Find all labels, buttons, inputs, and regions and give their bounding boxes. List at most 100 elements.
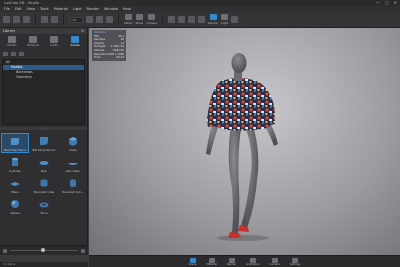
figure-shadow [217,235,269,241]
status-bar: 11 items [0,262,88,267]
asset-backdrop-round[interactable]: Backdrop Round [30,133,58,153]
rounded-cube-icon [40,179,48,187]
disc-icon [39,161,49,165]
bottom-camera-button[interactable]: Camera [269,257,280,266]
tool-select[interactable]: Select [124,14,133,25]
tree-item-geometry[interactable]: Geometry [3,75,84,80]
library-tabs: Models Materials Lights Scenes [0,34,87,50]
refresh-icon[interactable] [19,51,24,56]
backdrop-round-icon [40,137,48,145]
move-icon [135,14,143,20]
list-view-icon[interactable] [3,248,7,253]
cursor-icon [124,14,132,20]
bottom-render-button[interactable]: Render [227,257,237,266]
slider-knob[interactable] [40,248,45,252]
asset-label: Backdrop Plane [4,148,26,152]
bottom-animation-button[interactable]: Animation [246,257,260,266]
tool-label: Render [208,21,219,25]
cylinder-icon [12,157,18,166]
library-subtoolbar [0,50,87,57]
backdrop-plane-icon [11,138,19,145]
asset-rounded-cylinder[interactable]: Rounded Cyli... [59,175,87,195]
asset-label: Cylinder [9,169,21,173]
asset-label: Backdrop Round [32,148,56,152]
camera-icon [148,14,156,20]
tab-scenes[interactable]: Scenes [65,36,85,48]
fit-view-icon[interactable] [86,16,93,23]
app-window: LuxCreo 3D - Studio — ▢ ✕ File Edit View… [0,0,400,267]
bottom-settings-button[interactable]: Settings [289,257,301,266]
rotate-icon[interactable] [168,16,176,23]
open-file-icon[interactable] [13,16,20,23]
tool-label: Select [124,21,133,25]
pan-icon[interactable] [188,16,196,23]
asset-cylinder[interactable]: Cylinder [1,154,29,174]
bottom-label: Render [227,262,237,266]
tool-move[interactable]: Move [135,14,144,25]
panel-close-icon[interactable]: ✕ [81,28,84,34]
back-icon[interactable] [3,51,8,56]
scale-icon[interactable] [178,16,186,23]
asset-backdrop-plane[interactable]: Backdrop Plane [1,133,29,153]
tab-label: Models [7,44,17,47]
bottom-label: Material [206,262,218,266]
thumbnail-size-slider[interactable] [10,248,78,252]
bottom-label: Camera [269,262,280,266]
asset-label: Disc [41,169,47,173]
asset-label: Torus [40,211,48,215]
bottom-label: Scene [188,262,197,266]
save-icon[interactable] [23,16,30,23]
asset-cube[interactable]: Cube [59,133,87,153]
grid-view-icon[interactable] [81,248,85,253]
tab-label: Materials [27,44,39,47]
asset-torus[interactable]: Torus [30,196,58,216]
toolbar-divider [63,14,64,25]
cube-icon [69,137,77,146]
lights-icon [50,36,58,43]
redo-icon[interactable] [51,16,58,23]
camera-icon[interactable] [106,16,113,23]
rounded-cylinder-icon [70,179,76,187]
render-icon [209,14,217,20]
tool-label: Move [135,21,144,25]
library-title: Library [3,29,16,33]
model-figure[interactable] [89,28,400,255]
asset-sphere[interactable]: Sphere [1,196,29,216]
grid-icon[interactable] [96,16,103,23]
tool-camera[interactable]: Camera [146,14,157,25]
toolbar-divider [35,14,36,25]
asset-plane[interactable]: Plane [1,175,29,195]
library-footer [0,245,88,255]
asset-label: Disc Open [65,169,81,173]
bottom-toolbar: Scene Material Render Animation Camera S… [89,255,400,267]
disc-open-icon [68,163,78,165]
bottom-label: Settings [289,262,301,266]
undo-icon[interactable] [41,16,48,23]
bottom-material-button[interactable]: Material [206,257,218,266]
tab-materials[interactable]: Materials [23,36,43,48]
library-panel: Library ✕ Models Materials Lights Scenes [0,28,88,255]
settings-icon[interactable] [231,16,239,23]
asset-disc[interactable]: Disc [30,154,58,174]
bottom-scene-button[interactable]: Scene [188,257,197,266]
forward-icon[interactable] [11,51,16,56]
asset-disc-open[interactable]: Disc Open [59,154,87,174]
window-title: LuxCreo 3D - Studio [4,1,39,5]
asset-label: Sphere [10,211,20,215]
tool-render[interactable]: Render [208,14,218,25]
new-file-icon[interactable] [3,16,10,23]
tab-models[interactable]: Models [2,36,22,48]
panel-splitter[interactable]: • • • [0,127,87,130]
tool-light[interactable]: Light [221,14,229,25]
figure-right-leg [241,125,259,228]
asset-label: Plane [11,190,19,194]
render-viewport[interactable]: Statistics FPS 30.1 Samples 64 Objects 12 T… [89,28,400,255]
models-icon [8,36,16,43]
library-tree: All Models Backdrops Geometry [2,59,85,125]
orbit-icon[interactable] [198,16,206,23]
asset-rounded-cube[interactable]: Rounded Cube [30,175,58,195]
tab-lights[interactable]: Lights [44,36,64,48]
main-toolbar: 100 Select Move Camera Render Light [0,12,400,28]
zoom-input[interactable]: 100 [69,16,83,23]
bottom-label: Animation [246,262,260,266]
